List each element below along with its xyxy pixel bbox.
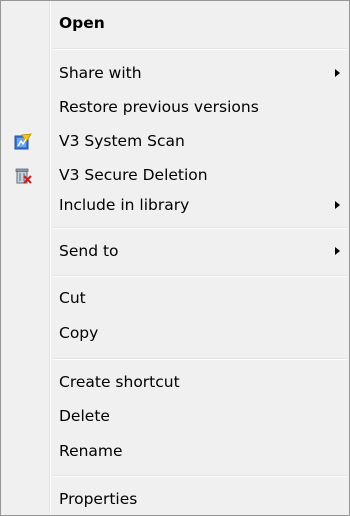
menu-item-send-to[interactable]: Send to xyxy=(1,234,349,268)
menu-item-label: Create shortcut xyxy=(59,373,180,391)
menu-item-label: Open xyxy=(59,14,105,32)
menu-separator xyxy=(53,275,347,277)
menu-item-label: Restore previous versions xyxy=(59,98,259,116)
menu-item-delete[interactable]: Delete xyxy=(1,399,349,433)
menu-item-properties[interactable]: Properties xyxy=(1,482,349,516)
menu-item-label: Cut xyxy=(59,289,86,307)
menu-item-create-shortcut[interactable]: Create shortcut xyxy=(1,365,349,399)
menu-item-restore-previous-versions[interactable]: Restore previous versions xyxy=(1,90,349,124)
context-menu: Open Share with Restore previous version… xyxy=(0,0,350,516)
submenu-arrow-icon xyxy=(335,69,340,77)
menu-item-open[interactable]: Open xyxy=(1,6,349,40)
menu-item-label: Properties xyxy=(59,490,138,508)
menu-item-include-in-library[interactable]: Include in library xyxy=(1,188,349,222)
menu-item-v3-system-scan[interactable]: V3 System Scan xyxy=(1,124,349,158)
menu-separator xyxy=(53,475,347,477)
menu-item-v3-secure-deletion[interactable]: V3 Secure Deletion xyxy=(1,158,349,192)
menu-item-rename[interactable]: Rename xyxy=(1,434,349,468)
menu-item-label: Copy xyxy=(59,324,99,342)
menu-separator xyxy=(53,48,347,50)
menu-item-copy[interactable]: Copy xyxy=(1,316,349,350)
submenu-arrow-icon xyxy=(335,247,340,255)
menu-item-label: V3 System Scan xyxy=(59,132,185,150)
menu-item-label: V3 Secure Deletion xyxy=(59,166,208,184)
menu-separator xyxy=(53,227,347,229)
menu-separator xyxy=(53,358,347,360)
submenu-arrow-icon xyxy=(335,201,340,209)
menu-item-cut[interactable]: Cut xyxy=(1,281,349,315)
menu-item-label: Rename xyxy=(59,442,123,460)
menu-item-label: Send to xyxy=(59,242,119,260)
menu-item-label: Delete xyxy=(59,407,110,425)
menu-item-label: Include in library xyxy=(59,196,190,214)
v3-secure-delete-icon xyxy=(14,167,32,184)
menu-item-label: Share with xyxy=(59,64,142,82)
menu-item-share-with[interactable]: Share with xyxy=(1,56,349,90)
v3-scan-icon xyxy=(14,133,32,150)
